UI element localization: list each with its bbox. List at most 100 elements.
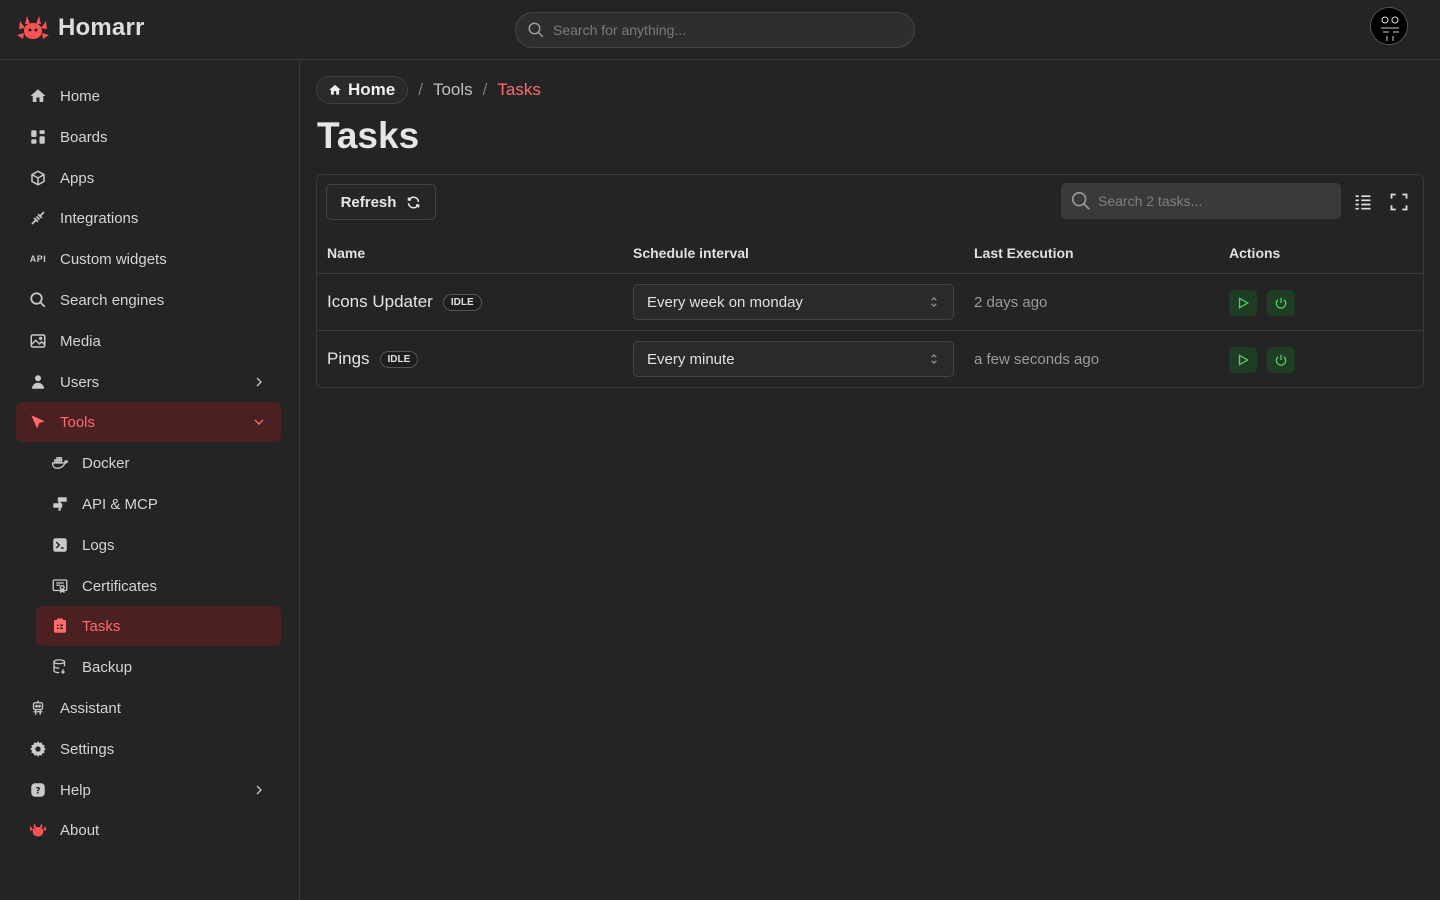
sidebar-item-users[interactable]: Users bbox=[16, 362, 281, 402]
box-icon bbox=[28, 168, 48, 188]
robot-icon bbox=[28, 698, 48, 718]
sidebar-item-backup[interactable]: Backup bbox=[36, 647, 281, 687]
task-name-cell: Pings IDLE bbox=[327, 349, 419, 369]
toggle-task-button[interactable] bbox=[1267, 347, 1295, 373]
sidebar-item-search-engines[interactable]: Search engines bbox=[16, 280, 281, 320]
sidebar-item-label: Apps bbox=[60, 169, 95, 187]
column-density-icon[interactable] bbox=[1353, 192, 1373, 212]
breadcrumb-separator: / bbox=[482, 80, 488, 99]
schedule-interval-value: Every minute bbox=[647, 350, 735, 368]
table-row: Icons Updater IDLE Every week on monday … bbox=[317, 274, 1423, 331]
table-search[interactable] bbox=[1061, 183, 1341, 219]
sidebar-item-label: Media bbox=[60, 332, 101, 350]
sidebar-item-label: API & MCP bbox=[82, 495, 158, 513]
task-name: Icons Updater bbox=[327, 292, 433, 311]
sidebar-item-boards[interactable]: Boards bbox=[16, 117, 281, 157]
sidebar-item-label: Assistant bbox=[60, 699, 121, 717]
breadcrumb-separator: / bbox=[418, 80, 423, 99]
status-badge: IDLE bbox=[442, 293, 482, 311]
api-mcp-icon bbox=[50, 494, 70, 514]
user-avatar[interactable] bbox=[1370, 7, 1408, 45]
sidebar-item-label: Integrations bbox=[60, 209, 139, 227]
column-header-name[interactable]: Name bbox=[327, 245, 365, 261]
sidebar-item-label: Boards bbox=[60, 128, 108, 146]
docker-icon bbox=[50, 453, 70, 473]
app-name: Homarr bbox=[58, 14, 145, 41]
sidebar-item-settings[interactable]: Settings bbox=[16, 729, 281, 769]
page-title: Tasks bbox=[317, 115, 420, 156]
homarr-logo-icon bbox=[17, 16, 49, 39]
global-search-input[interactable] bbox=[553, 22, 893, 38]
refresh-icon bbox=[408, 196, 420, 208]
sidebar-item-tools[interactable]: Tools bbox=[16, 402, 281, 442]
sidebar-item-assistant[interactable]: Assistant bbox=[16, 688, 281, 728]
sidebar-item-docker[interactable]: Docker bbox=[36, 443, 281, 483]
chevron-right-icon bbox=[256, 785, 262, 795]
tools-icon bbox=[28, 412, 48, 432]
help-icon: ? bbox=[28, 780, 48, 800]
search-icon bbox=[528, 22, 544, 38]
sidebar-item-label: Tools bbox=[60, 413, 96, 431]
plug-icon bbox=[28, 208, 48, 228]
top-header: Homarr bbox=[0, 0, 1440, 60]
sidebar-item-label: About bbox=[60, 821, 100, 839]
chevron-right-icon bbox=[256, 377, 262, 387]
breadcrumb: Home / Tools / Tasks bbox=[316, 76, 541, 104]
selector-icon bbox=[931, 297, 937, 307]
last-execution: 2 days ago bbox=[974, 294, 1048, 311]
run-task-button[interactable] bbox=[1229, 290, 1257, 316]
run-task-button[interactable] bbox=[1229, 347, 1257, 373]
gear-icon bbox=[28, 739, 48, 759]
schedule-interval-select[interactable]: Every minute bbox=[633, 341, 954, 377]
sidebar-item-home[interactable]: Home bbox=[16, 76, 281, 116]
schedule-interval-select[interactable]: Every week on monday bbox=[633, 284, 954, 320]
app-logo[interactable]: Homarr bbox=[16, 13, 145, 43]
task-name: Pings bbox=[327, 349, 370, 368]
chevron-down-icon bbox=[254, 419, 264, 425]
sidebar-item-certificates[interactable]: Certificates bbox=[36, 566, 281, 606]
tasks-table: Refresh Name Schedule interval Last Exec… bbox=[316, 174, 1424, 388]
sidebar-item-logs[interactable]: Logs bbox=[36, 525, 281, 565]
table-row: Pings IDLE Every minute a few seconds ag… bbox=[317, 331, 1423, 388]
photo-icon bbox=[28, 331, 48, 351]
home-icon bbox=[329, 84, 341, 95]
sidebar-item-label: Settings bbox=[60, 740, 115, 758]
play-icon bbox=[1238, 354, 1249, 366]
certificate-icon bbox=[50, 576, 70, 596]
last-execution: a few seconds ago bbox=[974, 351, 1100, 368]
sidebar-item-apps[interactable]: Apps bbox=[16, 158, 281, 198]
search-icon bbox=[1071, 191, 1090, 210]
search-icon bbox=[28, 290, 48, 310]
terminal-icon bbox=[50, 535, 70, 555]
homarr-logo-icon bbox=[28, 820, 48, 840]
sidebar-item-api-mcp[interactable]: API & MCP bbox=[36, 484, 281, 524]
column-header-last-execution[interactable]: Last Execution bbox=[974, 245, 1074, 261]
selector-icon bbox=[931, 354, 937, 364]
sidebar-item-tasks[interactable]: Tasks bbox=[36, 606, 281, 646]
play-icon bbox=[1238, 297, 1249, 309]
status-badge: IDLE bbox=[379, 350, 419, 368]
sidebar-item-integrations[interactable]: Integrations bbox=[16, 198, 281, 238]
sidebar-item-label: Help bbox=[60, 781, 91, 799]
breadcrumb-home-label: Home bbox=[348, 80, 396, 99]
table-search-input[interactable] bbox=[1098, 193, 1338, 209]
fullscreen-icon[interactable] bbox=[1389, 192, 1409, 212]
global-search[interactable] bbox=[515, 12, 915, 48]
refresh-button-label: Refresh bbox=[340, 193, 397, 211]
breadcrumb-tools[interactable]: Tools bbox=[433, 80, 473, 100]
sidebar-item-help[interactable]: ? Help bbox=[16, 770, 281, 810]
home-icon bbox=[28, 86, 48, 106]
breadcrumb-home[interactable]: Home bbox=[316, 76, 409, 104]
column-header-schedule[interactable]: Schedule interval bbox=[633, 245, 749, 261]
toggle-task-button[interactable] bbox=[1267, 290, 1295, 316]
sidebar-item-media[interactable]: Media bbox=[16, 321, 281, 361]
sidebar-item-about[interactable]: About bbox=[16, 810, 281, 850]
sidebar-item-custom-widgets[interactable]: API Custom widgets bbox=[16, 239, 281, 279]
sidebar-item-label: Docker bbox=[82, 454, 130, 472]
sidebar-item-label: Tasks bbox=[82, 617, 121, 635]
sidebar-item-label: Users bbox=[60, 373, 100, 391]
api-icon: API bbox=[29, 254, 47, 264]
sidebar-item-label: Search engines bbox=[60, 291, 165, 309]
refresh-button[interactable]: Refresh bbox=[326, 184, 436, 220]
schedule-interval-value: Every week on monday bbox=[647, 293, 803, 311]
